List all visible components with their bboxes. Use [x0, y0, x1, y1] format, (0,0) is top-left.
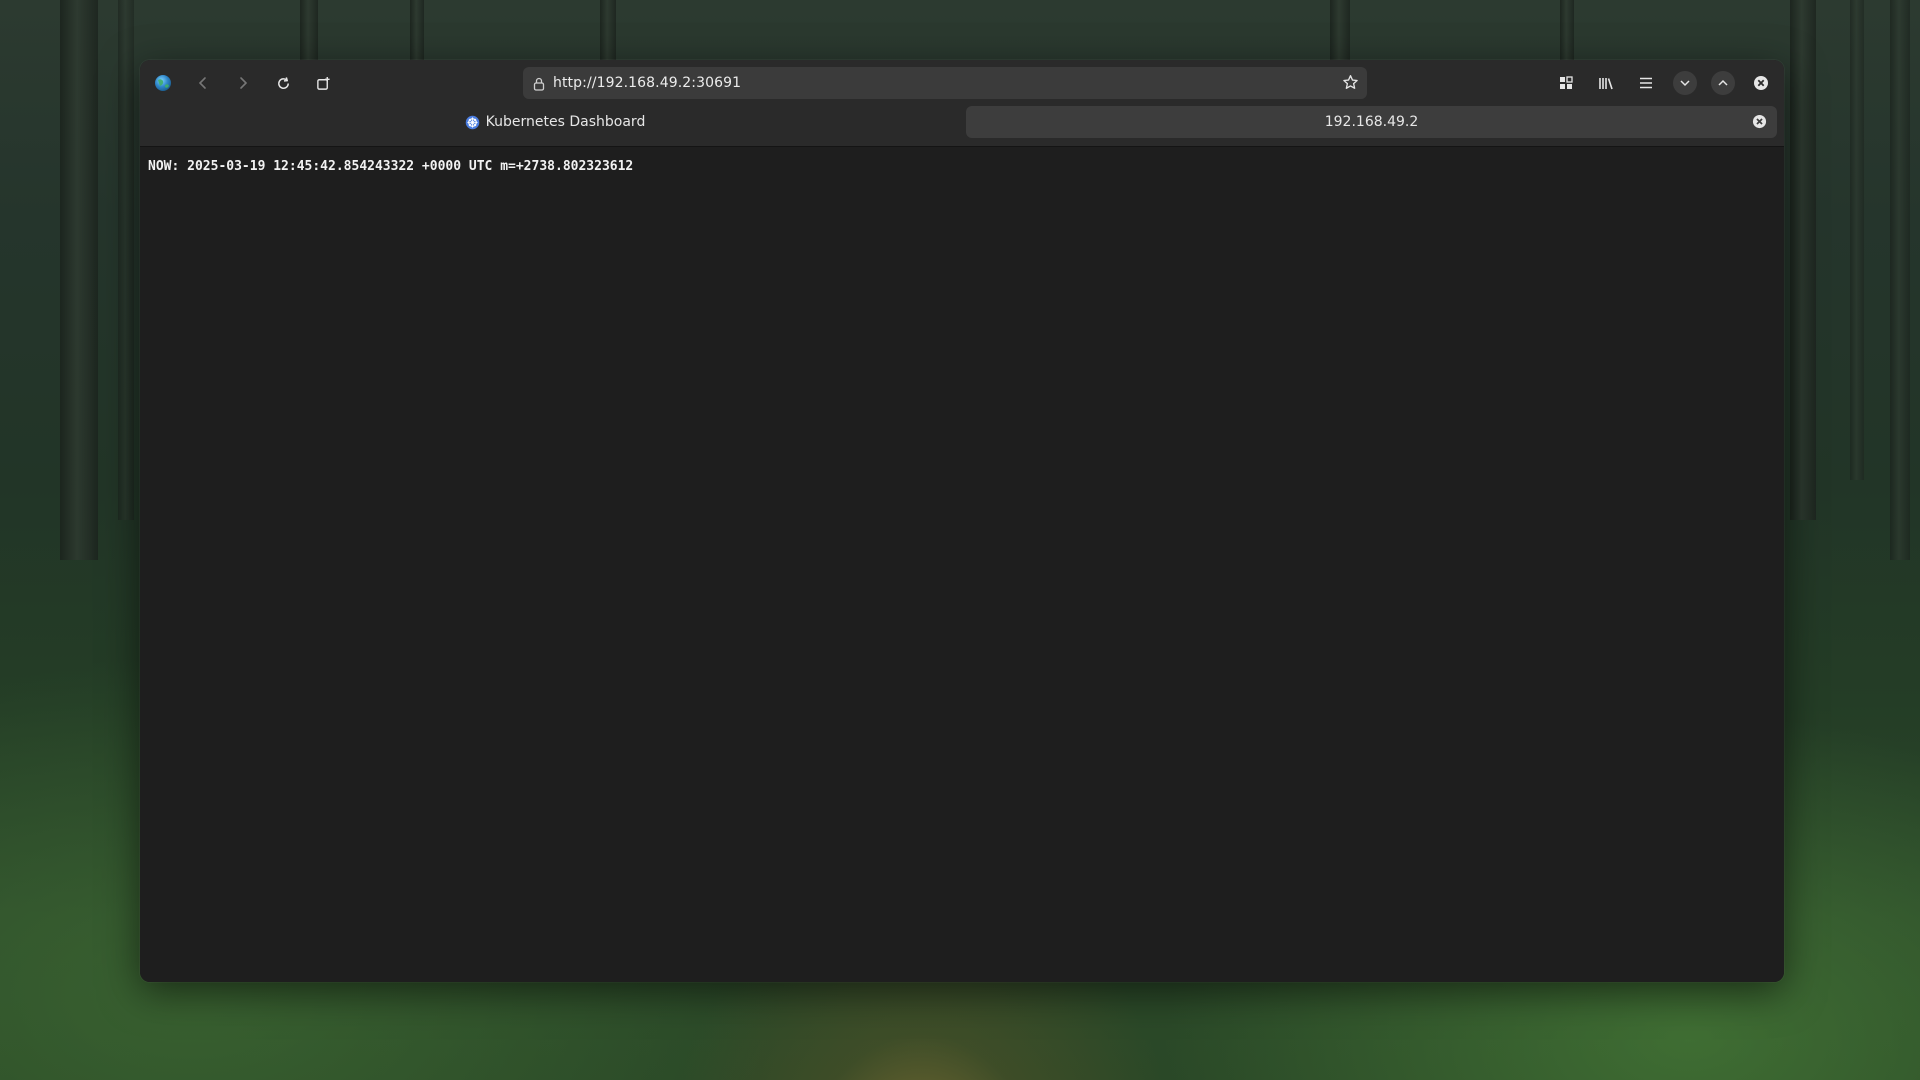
browser-window: http://192.168.49.2:30691 Kubernetes Das… — [140, 60, 1784, 982]
extensions-icon[interactable] — [1553, 70, 1579, 96]
kubernetes-icon — [465, 115, 480, 130]
tab-close-icon[interactable] — [1752, 114, 1767, 129]
tab-active-page[interactable]: 192.168.49.2 — [966, 106, 1777, 138]
new-tab-icon[interactable] — [310, 70, 336, 96]
library-icon[interactable] — [1593, 70, 1619, 96]
reload-icon[interactable] — [270, 70, 296, 96]
tab-strip: Kubernetes Dashboard 192.168.49.2 — [140, 104, 1784, 146]
globe-icon[interactable] — [150, 70, 176, 96]
star-icon[interactable] — [1342, 74, 1359, 95]
tab-label: 192.168.49.2 — [1324, 114, 1419, 130]
chevron-down-icon[interactable] — [1673, 71, 1697, 95]
close-icon[interactable] — [1749, 71, 1773, 95]
tab-kubernetes-dashboard[interactable]: Kubernetes Dashboard — [146, 106, 964, 138]
url-text[interactable]: http://192.168.49.2:30691 — [553, 75, 741, 91]
timestamp-text: NOW: 2025-03-19 12:45:42.854243322 +0000… — [148, 159, 634, 174]
lock-icon — [533, 76, 545, 95]
hamburger-menu-icon[interactable] — [1633, 70, 1659, 96]
chevron-right-icon[interactable] — [230, 70, 256, 96]
page-content: NOW: 2025-03-19 12:45:42.854243322 +0000… — [140, 147, 1784, 982]
chevron-left-icon[interactable] — [190, 70, 216, 96]
chevron-up-icon[interactable] — [1711, 71, 1735, 95]
browser-header: http://192.168.49.2:30691 Kubernetes Das… — [140, 60, 1784, 147]
url-bar[interactable]: http://192.168.49.2:30691 — [523, 67, 1367, 99]
browser-toolbar: http://192.168.49.2:30691 — [140, 60, 1784, 104]
tab-label: Kubernetes Dashboard — [485, 114, 646, 130]
